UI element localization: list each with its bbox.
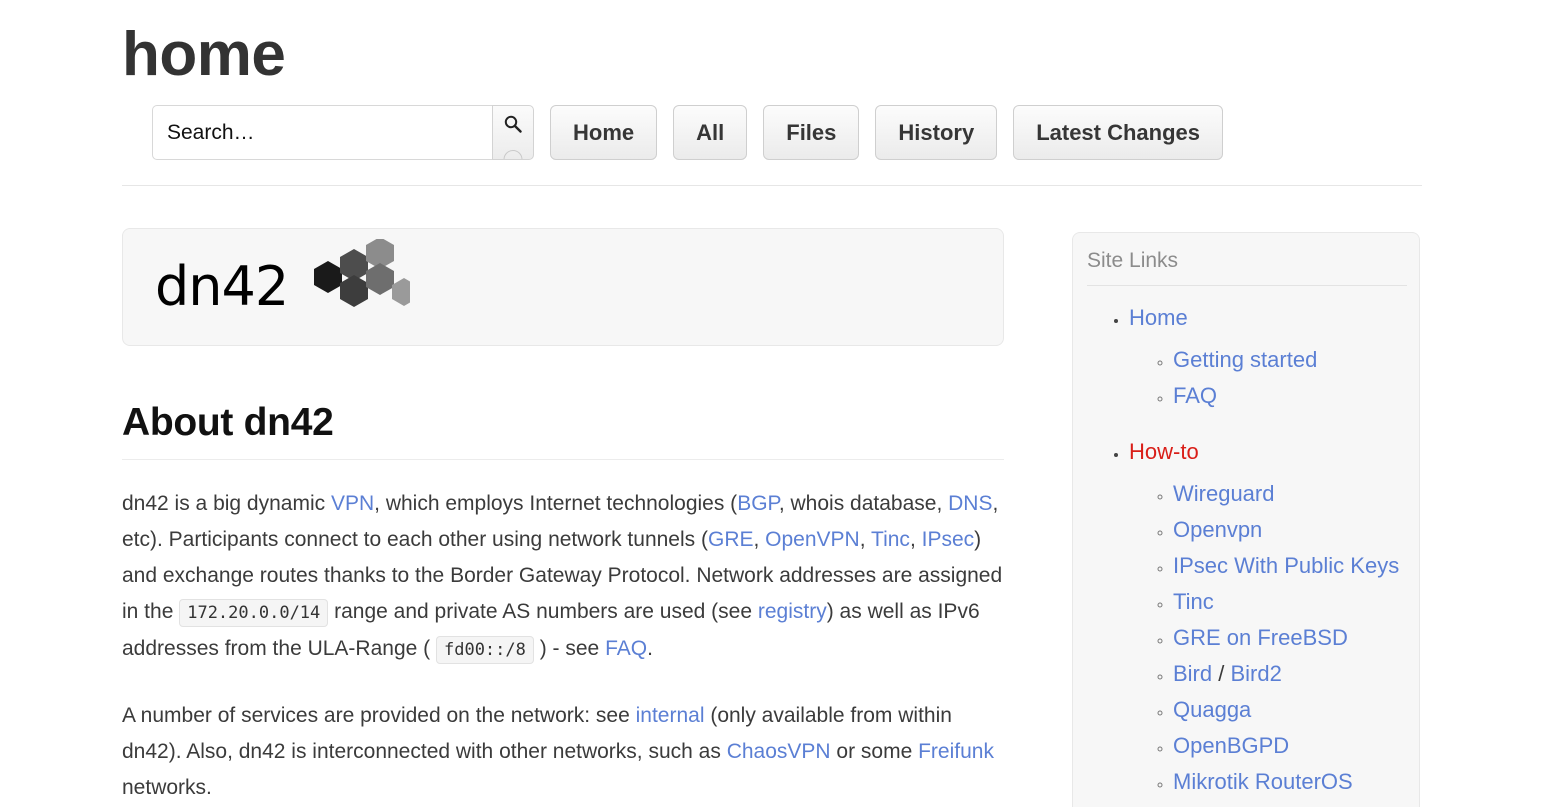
section-title: About dn42 bbox=[122, 401, 334, 444]
sidebar-link-openvpn[interactable]: Openvpn bbox=[1173, 517, 1262, 542]
link-internal[interactable]: internal bbox=[636, 704, 705, 727]
link-vpn[interactable]: VPN bbox=[331, 492, 374, 515]
main-content: dn42 About dn42 dn42 is a big dynamic VP… bbox=[122, 228, 1004, 806]
link-ipsec[interactable]: IPsec bbox=[922, 528, 975, 551]
sidebar-item-getting-started: Getting started bbox=[1173, 342, 1419, 378]
search-group bbox=[152, 105, 534, 160]
hexagon-cluster-icon bbox=[314, 239, 411, 307]
link-openvpn[interactable]: OpenVPN bbox=[765, 528, 860, 551]
site-links-panel: Site Links Home Getting started FAQ How-… bbox=[1072, 232, 1420, 807]
link-chaosvpn[interactable]: ChaosVPN bbox=[727, 740, 831, 763]
link-bgp[interactable]: BGP bbox=[737, 492, 779, 515]
nav-button-latest-changes[interactable]: Latest Changes bbox=[1013, 105, 1224, 160]
sidebar-link-getting-started[interactable]: Getting started bbox=[1173, 347, 1317, 372]
logo-wordmark: dn42 bbox=[155, 255, 289, 318]
text-fragment: or some bbox=[830, 739, 919, 763]
page-root: home Home All Files History Latest Chang… bbox=[0, 0, 1544, 807]
sidebar-link-bird[interactable]: Bird bbox=[1173, 661, 1212, 686]
link-gre[interactable]: GRE bbox=[708, 528, 754, 551]
sidebar-link-bird2[interactable]: Bird2 bbox=[1230, 661, 1281, 686]
sidebar-link-mikrotik-routeros[interactable]: Mikrotik RouterOS bbox=[1173, 769, 1353, 794]
about-paragraph-2: A number of services are provided on the… bbox=[122, 698, 1004, 806]
sidebar-link-separator: / bbox=[1212, 661, 1231, 686]
search-button[interactable] bbox=[492, 105, 534, 160]
text-fragment: , bbox=[753, 527, 766, 551]
text-fragment: A number of services are provided on the… bbox=[122, 703, 636, 727]
sidebar-item-gre-on-freebsd: GRE on FreeBSD bbox=[1173, 620, 1419, 656]
sidebar-link-faq[interactable]: FAQ bbox=[1173, 383, 1217, 408]
header-toolbar: Home All Files History Latest Changes bbox=[152, 105, 1224, 165]
nav-button-history[interactable]: History bbox=[875, 105, 998, 160]
sidebar-link-gre-on-freebsd[interactable]: GRE on FreeBSD bbox=[1173, 625, 1348, 650]
sidebar-item-wireguard: Wireguard bbox=[1173, 476, 1419, 512]
sidebar-item-bird: Bird / Bird2 bbox=[1173, 656, 1419, 692]
sidebar-title: Site Links bbox=[1087, 249, 1179, 272]
sidebar-list: Home Getting started FAQ How-to Wireguar… bbox=[1073, 300, 1419, 807]
sidebar-item-ipsec-public-keys: IPsec With Public Keys bbox=[1173, 548, 1419, 584]
sidebar-item-how-to: How-to Wireguard Openvpn IPsec With Publ… bbox=[1129, 434, 1419, 807]
search-input[interactable] bbox=[152, 105, 492, 160]
link-dns[interactable]: DNS bbox=[948, 492, 992, 515]
text-fragment: , bbox=[859, 527, 872, 551]
sidebar-item-home: Home Getting started FAQ bbox=[1129, 300, 1419, 414]
sidebar-sublist-how-to: Wireguard Openvpn IPsec With Public Keys… bbox=[1129, 476, 1419, 807]
nav-button-home[interactable]: Home bbox=[550, 105, 658, 160]
sidebar-item-quagga: Quagga bbox=[1173, 692, 1419, 728]
sidebar-link-openbgpd[interactable]: OpenBGPD bbox=[1173, 733, 1289, 758]
link-tinc[interactable]: Tinc bbox=[871, 528, 910, 551]
sidebar-item-tinc: Tinc bbox=[1173, 584, 1419, 620]
search-button-secondary-circle bbox=[503, 150, 523, 159]
sidebar-link-tinc[interactable]: Tinc bbox=[1173, 589, 1214, 614]
page-header: home bbox=[122, 0, 1422, 87]
text-fragment: , which employs Internet technologies ( bbox=[374, 491, 738, 515]
text-fragment: networks. bbox=[122, 775, 212, 799]
link-faq[interactable]: FAQ bbox=[605, 637, 647, 660]
sidebar-link-quagga[interactable]: Quagga bbox=[1173, 697, 1251, 722]
text-fragment: , whois database, bbox=[778, 491, 949, 515]
code-ipv4-range: 172.20.0.0/14 bbox=[179, 598, 329, 627]
sidebar-link-wireguard[interactable]: Wireguard bbox=[1173, 481, 1274, 506]
text-fragment: dn42 is a big dynamic bbox=[122, 491, 331, 515]
code-ipv6-range: fd00::/8 bbox=[435, 635, 534, 664]
sidebar-link-ipsec-public-keys[interactable]: IPsec With Public Keys bbox=[1173, 553, 1399, 578]
text-fragment: . bbox=[647, 636, 653, 660]
sidebar-item-faq: FAQ bbox=[1173, 378, 1419, 414]
sidebar-item-openvpn: Openvpn bbox=[1173, 512, 1419, 548]
sidebar-item-openbgpd: OpenBGPD bbox=[1173, 728, 1419, 764]
header-divider bbox=[122, 185, 1422, 186]
page-title: home bbox=[122, 20, 286, 89]
sidebar-title-divider bbox=[1087, 285, 1407, 286]
sidebar-link-how-to[interactable]: How-to bbox=[1129, 439, 1199, 464]
text-fragment: range and private AS numbers are used (s… bbox=[328, 599, 758, 623]
section-divider bbox=[122, 458, 1004, 460]
text-fragment: , bbox=[909, 527, 922, 551]
nav-button-files[interactable]: Files bbox=[763, 105, 860, 160]
about-paragraph-1: dn42 is a big dynamic VPN, which employs… bbox=[122, 486, 1004, 668]
sidebar-sublist-home: Getting started FAQ bbox=[1129, 342, 1419, 414]
sidebar-item-mikrotik-routeros: Mikrotik RouterOS bbox=[1173, 764, 1419, 800]
sidebar-item-edgerouter: EdgeRouter bbox=[1173, 800, 1419, 807]
link-registry[interactable]: registry bbox=[758, 600, 827, 623]
text-fragment: ) - see bbox=[533, 636, 606, 660]
nav-button-all[interactable]: All bbox=[673, 105, 748, 160]
dn42-logo: dn42 bbox=[155, 239, 411, 335]
logo-panel: dn42 bbox=[122, 228, 1004, 346]
link-freifunk[interactable]: Freifunk bbox=[918, 740, 994, 763]
sidebar-link-home[interactable]: Home bbox=[1129, 305, 1188, 330]
search-icon bbox=[504, 115, 522, 133]
